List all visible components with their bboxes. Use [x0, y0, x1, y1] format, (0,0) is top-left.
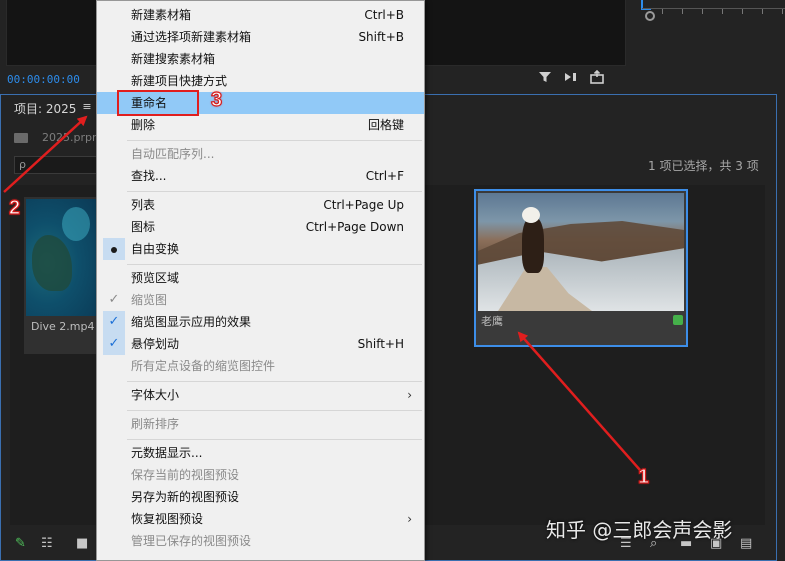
funnel-icon[interactable]: [538, 70, 552, 88]
menu-item-new-search-bin[interactable]: 新建搜索素材箱: [97, 48, 424, 70]
checkmark-icon: ✓: [108, 292, 120, 307]
dive-thumbnail-image: [26, 199, 96, 316]
menu-item-metadata-display[interactable]: 元数据显示...: [97, 442, 424, 464]
menu-item-automate-to-sequence[interactable]: 自动匹配序列...: [97, 143, 424, 165]
menu-separator: [127, 140, 422, 141]
menu-separator: [127, 264, 422, 265]
annotation-number-3: 3: [210, 88, 223, 111]
menu-item-font-size[interactable]: 字体大小 ›: [97, 384, 424, 406]
folder-icon: [14, 133, 28, 143]
play-insert-icon[interactable]: [564, 70, 578, 88]
menu-item-thumbnails[interactable]: ✓ 缩览图: [97, 289, 424, 311]
menu-separator: [127, 410, 422, 411]
annotation-number-1: 1: [637, 465, 650, 488]
menu-item-refresh-sort[interactable]: 刷新排序: [97, 413, 424, 435]
menu-item-new-project-shortcut[interactable]: 新建项目快捷方式: [97, 70, 424, 92]
search-input[interactable]: ρ: [14, 156, 98, 174]
clear-icon[interactable]: ▤: [740, 536, 752, 551]
menu-item-find[interactable]: 查找... Ctrl+F: [97, 165, 424, 187]
menu-item-save-view-preset[interactable]: 保存当前的视图预设: [97, 464, 424, 486]
eagle-thumbnail-image: [478, 193, 684, 311]
project-tab[interactable]: 项目: 2025: [14, 100, 76, 117]
menu-item-delete[interactable]: 删除 回格键: [97, 114, 424, 136]
export-frame-icon[interactable]: [590, 69, 605, 88]
menu-item-hover-scrub[interactable]: ✓ 悬停划动 Shift+H: [97, 333, 424, 355]
menu-item-save-as-new-view-preset[interactable]: 另存为新的视图预设: [97, 486, 424, 508]
menu-item-restore-view-preset[interactable]: 恢复视图预设 ›: [97, 508, 424, 530]
menu-item-freeform-view[interactable]: 自由变换: [97, 238, 424, 260]
clip-thumbnail-eagle[interactable]: [474, 189, 688, 347]
checkmark-icon: ✓: [103, 333, 125, 355]
selection-status: 1 项已选择，共 3 项: [648, 159, 759, 173]
menu-item-preview-area[interactable]: 预览区域: [97, 267, 424, 289]
playhead-handle[interactable]: [645, 11, 655, 21]
source-timecode[interactable]: 00:00:00:00: [7, 73, 80, 86]
annotation-highlight-box: [117, 90, 199, 116]
clip-name-dive: Dive 2.mp4: [31, 320, 95, 333]
menu-separator: [127, 381, 422, 382]
pencil-icon[interactable]: ✎: [15, 536, 26, 551]
label-color-badge: [673, 315, 683, 325]
watermark: 知乎 @三郎会声会影: [546, 518, 733, 542]
menu-item-list-view[interactable]: 列表 Ctrl+Page Up: [97, 194, 424, 216]
menu-separator: [127, 439, 422, 440]
program-time-ruler[interactable]: [642, 8, 785, 24]
menu-item-manage-view-presets[interactable]: 管理已保存的视图预设: [97, 530, 424, 552]
project-path: 2025.prproj: [14, 131, 106, 144]
list-view-icon[interactable]: ☷: [41, 536, 53, 551]
annotation-number-2: 2: [8, 196, 21, 219]
icon-view-icon[interactable]: ■: [76, 536, 88, 551]
menu-item-icon-view[interactable]: 图标 Ctrl+Page Down: [97, 216, 424, 238]
radio-bullet-icon: [111, 247, 117, 253]
app-window: 00:00:00:00 项目: 2025 ≡ 2025.prproj ρ 1 项…: [0, 0, 785, 561]
submenu-arrow-icon: ›: [407, 512, 412, 526]
menu-item-thumbnail-controls[interactable]: 所有定点设备的缩览图控件: [97, 355, 424, 377]
panel-menu-icon[interactable]: ≡: [80, 100, 94, 114]
context-menu: 新建素材箱 Ctrl+B 通过选择项新建素材箱 Shift+B 新建搜索素材箱 新建…: [96, 0, 425, 561]
menu-separator: [127, 191, 422, 192]
submenu-arrow-icon: ›: [407, 388, 412, 402]
checkmark-icon: ✓: [103, 311, 125, 333]
menu-item-new-bin[interactable]: 新建素材箱 Ctrl+B: [97, 4, 424, 26]
clip-name-eagle: 老鹰: [481, 315, 503, 328]
menu-item-new-bin-from-selection[interactable]: 通过选择项新建素材箱 Shift+B: [97, 26, 424, 48]
menu-item-thumbnail-effects[interactable]: ✓ 缩览图显示应用的效果: [97, 311, 424, 333]
